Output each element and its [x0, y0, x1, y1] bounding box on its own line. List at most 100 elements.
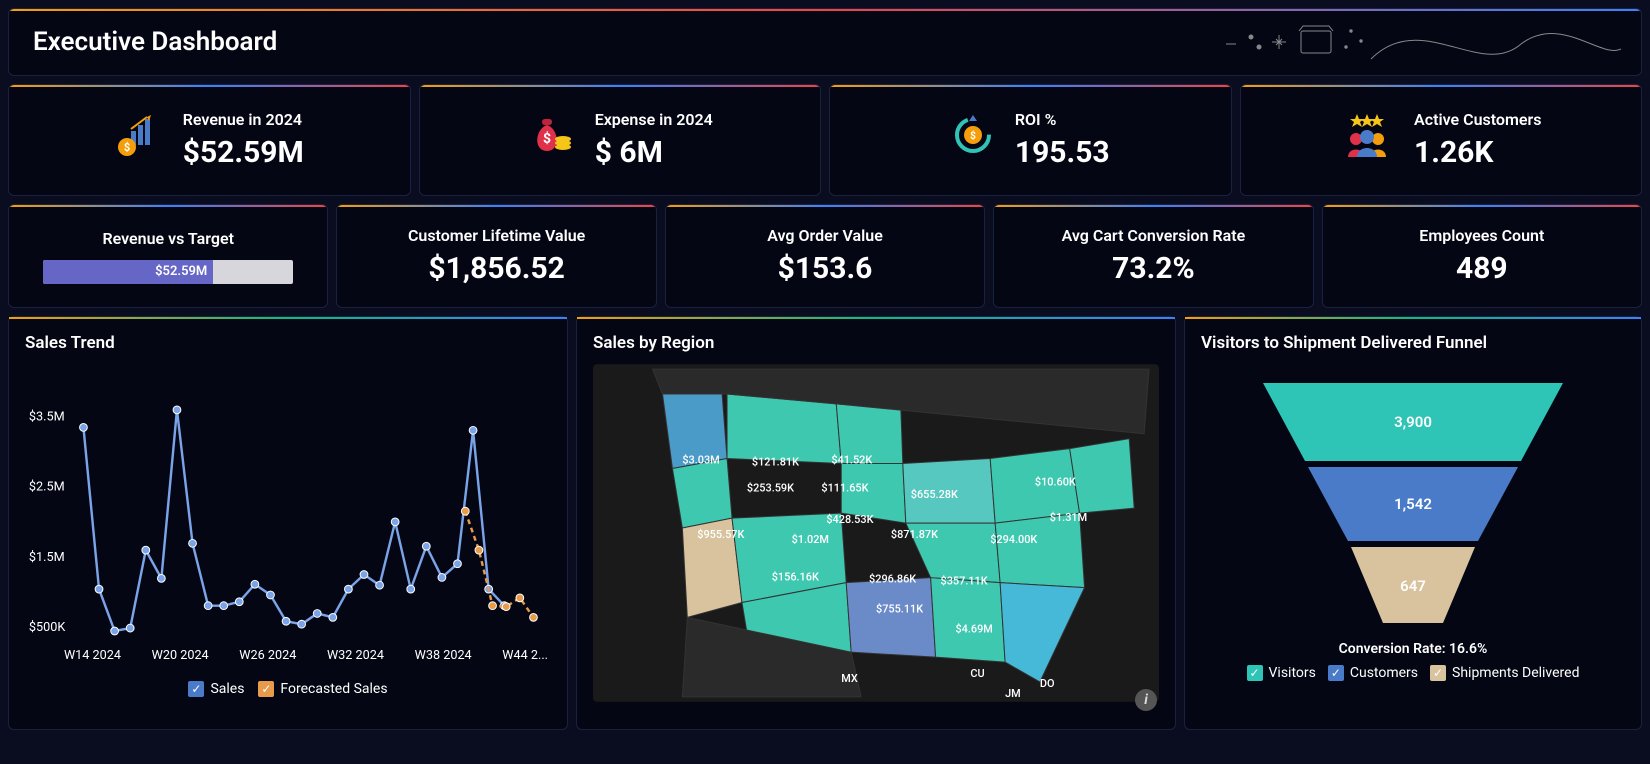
kpi-cart-label: Avg Cart Conversion Rate: [1062, 226, 1246, 245]
legend-sales[interactable]: ✓ Sales: [188, 681, 244, 697]
country-label: DO: [1040, 677, 1055, 690]
kpi-customers: Active Customers 1.26K: [1240, 84, 1643, 196]
map-value: $357.11K: [941, 575, 988, 588]
check-icon: ✓: [1430, 665, 1446, 681]
kpi-rev-target-label: Revenue vs Target: [102, 229, 234, 248]
sales-region-card: Sales by Region: [576, 316, 1176, 730]
kpi-roi-label: ROI %: [1015, 110, 1110, 129]
roi-icon: $: [951, 113, 995, 168]
map-value: $294.00K: [990, 533, 1037, 546]
legend-forecast-label: Forecasted Sales: [280, 681, 387, 697]
info-icon[interactable]: i: [1135, 689, 1157, 711]
kpi-roi-value: 195.53: [1015, 135, 1110, 170]
header-decoration: [1221, 19, 1621, 69]
map-value: $296.86K: [869, 573, 916, 586]
map-value: $3.03M: [682, 453, 719, 466]
check-icon: ✓: [258, 681, 274, 697]
sales-trend-legend: ✓ Sales ✓ Forecasted Sales: [25, 681, 551, 697]
kpi-row-2: Revenue vs Target $52.59M Customer Lifet…: [8, 204, 1642, 308]
kpi-revenue-label: Revenue in 2024: [183, 110, 304, 129]
kpi-row-1: $ Revenue in 2024 $52.59M $ Expense in 2…: [8, 84, 1642, 196]
map-value: $10.60K: [1035, 475, 1076, 488]
chart-row: Sales Trend $3.5M $2.5M $1.5M $500K W14 …: [8, 316, 1642, 730]
map-value: $156.16K: [772, 571, 819, 584]
country-label: CU: [970, 667, 984, 680]
revenue-icon: $: [115, 111, 163, 170]
funnel-card: Visitors to Shipment Delivered Funnel 3,…: [1184, 316, 1642, 730]
kpi-roi: $ ROI % 195.53: [829, 84, 1232, 196]
check-icon: ✓: [1247, 665, 1263, 681]
map-value: $1.31M: [1050, 511, 1087, 524]
check-icon: ✓: [188, 681, 204, 697]
sales-map[interactable]: $3.03M $121.81K $41.52K $253.59K $111.65…: [593, 363, 1159, 703]
legend-label: Shipments Delivered: [1452, 665, 1579, 681]
map-value: $253.59K: [747, 481, 794, 494]
customers-icon: [1340, 111, 1394, 170]
kpi-customers-value: 1.26K: [1414, 135, 1541, 170]
kpi-expense-value: $ 6M: [595, 135, 713, 170]
kpi-emp: Employees Count 489: [1322, 204, 1642, 308]
kpi-clv: Customer Lifetime Value $1,856.52: [336, 204, 656, 308]
forecast-points: [461, 507, 537, 621]
y-tick: $1.5M: [29, 550, 65, 565]
legend-label: Visitors: [1269, 665, 1316, 681]
country-label: JM: [1005, 687, 1021, 700]
kpi-clv-label: Customer Lifetime Value: [408, 226, 585, 245]
map-value: $655.28K: [911, 488, 958, 501]
progress-fill: $52.59M: [43, 260, 213, 284]
kpi-customers-label: Active Customers: [1414, 110, 1541, 129]
country-label: MX: [841, 672, 858, 685]
map-value: $121.81K: [752, 455, 799, 468]
svg-text:$: $: [970, 129, 976, 142]
sales-trend-card: Sales Trend $3.5M $2.5M $1.5M $500K W14 …: [8, 316, 568, 730]
funnel-chart: 3,900 1,542 647: [1201, 363, 1625, 633]
kpi-revenue-value: $52.59M: [183, 135, 304, 170]
x-tick: W32 2024: [327, 648, 384, 663]
page-header: Executive Dashboard: [8, 8, 1642, 76]
kpi-aov-label: Avg Order Value: [767, 226, 883, 245]
legend-label: Customers: [1350, 665, 1418, 681]
kpi-expense: $ Expense in 2024 $ 6M: [419, 84, 822, 196]
sales-points: [80, 406, 509, 635]
kpi-aov-value: $153.6: [778, 251, 873, 286]
map-value: $428.53K: [826, 513, 873, 526]
funnel-legend: ✓ Visitors ✓ Customers ✓ Shipments Deliv…: [1201, 665, 1625, 681]
y-tick: $3.5M: [29, 410, 65, 425]
legend-visitors[interactable]: ✓ Visitors: [1247, 665, 1316, 681]
progress-bar: $52.59M: [43, 260, 294, 284]
y-tick: $500K: [29, 620, 65, 635]
conversion-rate: Conversion Rate: 16.6%: [1201, 641, 1625, 657]
map-value: $871.87K: [891, 528, 938, 541]
svg-text:$: $: [543, 130, 551, 147]
page-title: Executive Dashboard: [33, 27, 277, 57]
check-icon: ✓: [1328, 665, 1344, 681]
kpi-expense-label: Expense in 2024: [595, 110, 713, 129]
legend-forecast[interactable]: ✓ Forecasted Sales: [258, 681, 387, 697]
map-value: $955.57K: [697, 528, 744, 541]
legend-customers[interactable]: ✓ Customers: [1328, 665, 1418, 681]
x-tick: W20 2024: [152, 648, 209, 663]
kpi-emp-value: 489: [1456, 251, 1508, 286]
map-value: $1.02M: [792, 533, 829, 546]
legend-shipments[interactable]: ✓ Shipments Delivered: [1430, 665, 1579, 681]
x-tick: W44 2...: [502, 648, 548, 663]
sales-region-title: Sales by Region: [593, 333, 1159, 353]
svg-text:$: $: [124, 141, 130, 154]
kpi-cart-value: 73.2%: [1112, 251, 1195, 286]
kpi-clv-value: $1,856.52: [428, 251, 565, 286]
kpi-rev-target: Revenue vs Target $52.59M: [8, 204, 328, 308]
funnel-value-3: 647: [1400, 577, 1426, 595]
sales-line: [83, 410, 504, 631]
x-tick: W26 2024: [239, 648, 296, 663]
kpi-aov: Avg Order Value $153.6: [665, 204, 985, 308]
map-value: $4.69M: [955, 622, 992, 635]
legend-sales-label: Sales: [210, 681, 244, 697]
funnel-value-1: 3,900: [1394, 413, 1432, 431]
expense-icon: $: [527, 111, 575, 170]
map-value: $41.52K: [831, 453, 872, 466]
sales-trend-title: Sales Trend: [25, 333, 551, 353]
map-value: $755.11K: [876, 602, 923, 615]
kpi-emp-label: Employees Count: [1419, 226, 1544, 245]
kpi-revenue: $ Revenue in 2024 $52.59M: [8, 84, 411, 196]
x-tick: W38 2024: [415, 648, 472, 663]
